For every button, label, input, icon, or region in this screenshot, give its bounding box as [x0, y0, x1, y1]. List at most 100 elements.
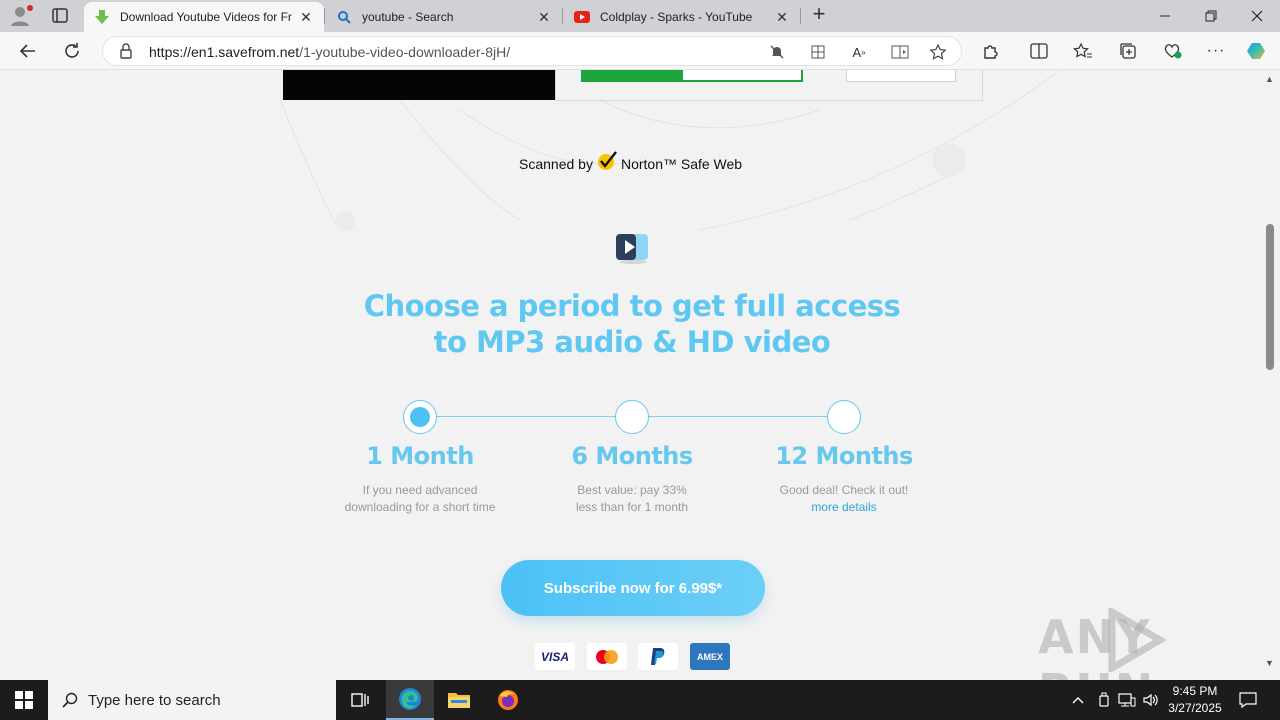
mastercard-icon [587, 643, 627, 670]
tab-divider [562, 8, 563, 24]
app-available-icon[interactable] [806, 40, 830, 64]
plan-description: Best value: pay 33% less than for 1 mont… [532, 482, 732, 516]
tab-youtube[interactable]: Coldplay - Sparks - YouTube ✕ [564, 2, 800, 32]
plan-name: 1 Month [366, 442, 474, 470]
headline-line-2: to MP3 audio & HD video [433, 325, 831, 359]
close-tab-icon[interactable]: ✕ [536, 9, 552, 26]
tab-divider [800, 8, 801, 24]
plan-name: 6 Months [571, 442, 693, 470]
extensions-icon[interactable] [979, 39, 1003, 63]
anyrun-play-logo-icon [1108, 608, 1166, 672]
page-viewport: Scanned by Norton™ Safe Web Choose a per… [0, 70, 1262, 680]
plan-desc-line: Good deal! Check it out! [779, 483, 909, 497]
close-tab-icon[interactable]: ✕ [774, 9, 790, 26]
copilot-icon[interactable] [1245, 39, 1269, 63]
edge-taskbar-icon[interactable] [386, 680, 434, 720]
restore-button[interactable] [1188, 0, 1234, 32]
subscribe-button[interactable]: Subscribe now for 6.99$* [501, 560, 765, 616]
visa-card-icon: VISA [535, 643, 575, 670]
download-button-fill [583, 70, 683, 80]
navigation-bar: https://en1.savefrom.net/1-youtube-video… [0, 32, 1280, 70]
refresh-button[interactable] [59, 39, 85, 63]
back-button[interactable] [15, 39, 41, 63]
tab-actions-icon[interactable] [48, 6, 72, 26]
file-explorer-icon[interactable] [435, 680, 483, 720]
usb-device-icon[interactable] [1094, 680, 1114, 720]
plan-12-months[interactable]: 12 Months Good deal! Check it out! more … [744, 442, 944, 516]
collections-icon[interactable] [1116, 39, 1140, 63]
close-window-button[interactable] [1234, 0, 1280, 32]
volume-icon[interactable] [1140, 680, 1162, 720]
tab-savefrom[interactable]: Download Youtube Videos for Fre ✕ [84, 2, 324, 32]
page-scrollbar[interactable]: ▲ ▼ [1262, 70, 1280, 680]
more-details-link[interactable]: more details [744, 499, 944, 516]
favorite-star-icon[interactable] [926, 40, 950, 64]
url-host: https://en1.savefrom.net [149, 44, 300, 60]
firefox-icon[interactable] [484, 680, 532, 720]
show-hidden-icons-chevron-icon[interactable] [1068, 680, 1088, 720]
favorites-icon[interactable] [1071, 39, 1095, 63]
system-clock[interactable]: 9:45 PM 3/27/2025 [1160, 683, 1230, 717]
format-select[interactable] [846, 70, 956, 82]
app-logo-icon [614, 230, 652, 264]
plan-desc-line: less than for 1 month [575, 500, 689, 514]
plan-radio-1-month[interactable] [403, 400, 437, 434]
scroll-down-arrow-icon[interactable]: ▼ [1265, 658, 1274, 668]
more-menu-icon[interactable]: ··· [1204, 39, 1228, 63]
split-screen-icon[interactable] [1027, 39, 1051, 63]
clock-time: 9:45 PM [1172, 684, 1218, 698]
tab-bing-search[interactable]: youtube - Search ✕ [326, 2, 562, 32]
taskbar-search-box[interactable]: Type here to search [48, 680, 336, 720]
close-tab-icon[interactable]: ✕ [298, 9, 314, 26]
search-placeholder: Type here to search [88, 691, 221, 709]
plan-desc-line: Best value: pay 33% [577, 483, 687, 497]
page-headline: Choose a period to get full access to MP… [300, 288, 964, 360]
profile-avatar-icon[interactable] [8, 4, 34, 28]
plan-desc-line: downloading for a short time [344, 500, 496, 514]
search-icon [62, 692, 78, 708]
url-path: /1-youtube-video-downloader-8jH/ [299, 44, 511, 60]
plan-radio-12-months[interactable] [827, 400, 861, 434]
norton-brand: Norton™ Safe Web [620, 156, 743, 172]
headline-line-1: Choose a period to get full access [363, 289, 901, 323]
windows-taskbar: Type here to search 9:45 PM 3/27/2025 [0, 680, 1280, 720]
scroll-up-arrow-icon[interactable]: ▲ [1265, 74, 1274, 84]
read-aloud-icon[interactable]: A» [847, 40, 871, 64]
plan-1-month[interactable]: 1 Month If you need advanced downloading… [320, 442, 520, 516]
amex-card-icon: AMEX [690, 643, 730, 670]
plan-radio-6-months[interactable] [615, 400, 649, 434]
start-button[interactable] [0, 680, 48, 720]
paypal-icon [638, 643, 678, 670]
green-download-arrow-icon [94, 9, 110, 25]
scrollbar-thumb[interactable] [1266, 224, 1274, 370]
notification-center-icon[interactable] [1236, 680, 1260, 720]
tab-strip: Download Youtube Videos for Fre ✕ youtub… [0, 0, 1280, 32]
payment-label: VISA [540, 649, 569, 664]
plan-description: Good deal! Check it out! more details [744, 482, 944, 516]
norton-check-icon [597, 150, 619, 172]
download-button[interactable] [581, 70, 803, 82]
immersive-reader-icon[interactable] [888, 40, 912, 64]
new-tab-button[interactable]: + [808, 3, 830, 26]
tab-title: Coldplay - Sparks - YouTube [600, 10, 753, 24]
network-icon[interactable] [1116, 680, 1138, 720]
tab-title: Download Youtube Videos for Fre [120, 10, 292, 24]
task-view-icon[interactable] [336, 680, 384, 720]
norton-badge: Scanned by Norton™ Safe Web [519, 150, 742, 178]
plan-6-months[interactable]: 6 Months Best value: pay 33% less than f… [532, 442, 732, 516]
clock-date: 3/27/2025 [1168, 701, 1222, 715]
notifications-blocked-icon[interactable] [765, 40, 789, 64]
minimize-button[interactable] [1142, 0, 1188, 32]
tab-divider [324, 8, 325, 24]
lock-icon[interactable] [119, 43, 133, 64]
browser-essentials-icon[interactable] [1160, 39, 1184, 63]
plan-desc-line: If you need advanced [362, 483, 478, 497]
plan-name: 12 Months [775, 442, 913, 470]
plan-description: If you need advanced downloading for a s… [320, 482, 520, 516]
video-thumbnail[interactable] [283, 70, 555, 100]
youtube-icon [574, 9, 590, 25]
norton-prefix: Scanned by [519, 156, 593, 172]
url-text: https://en1.savefrom.net/1-youtube-video… [149, 44, 510, 60]
address-bar[interactable]: https://en1.savefrom.net/1-youtube-video… [102, 36, 962, 66]
tab-title: youtube - Search [362, 10, 454, 24]
